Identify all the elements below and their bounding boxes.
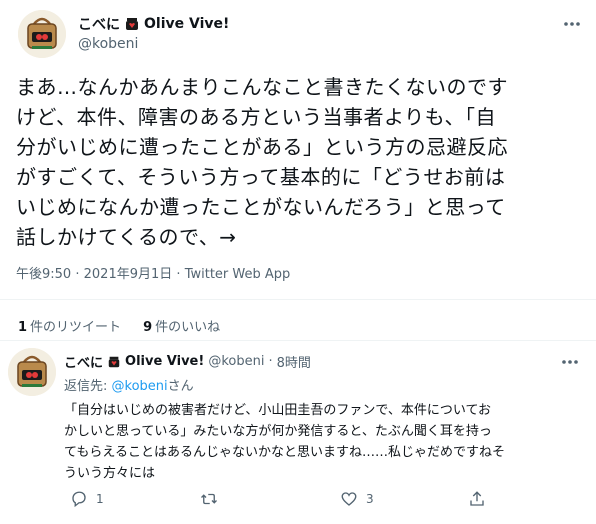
likes-label: 件のいいね: [155, 320, 221, 335]
retweet-button[interactable]: [200, 490, 226, 508]
like-count: 3: [366, 492, 374, 506]
author-name-row[interactable]: こべに Olive Vive!: [78, 14, 229, 34]
reply-avatar[interactable]: [8, 348, 56, 396]
reply-to-handle[interactable]: @kobeni: [112, 379, 168, 394]
share-icon: [470, 491, 484, 506]
tweet-text-line: けど、本件、障害のある方という当事者よりも、「自: [16, 105, 496, 129]
likes-count: 9: [143, 320, 153, 335]
tweet-text-line: 話しかけてくるので、→: [16, 225, 237, 249]
reply-icon: [72, 491, 86, 508]
engagement-stats: 1 件のリツイート 9 件のいいね: [18, 316, 220, 335]
more-icon[interactable]: [560, 352, 580, 372]
share-button[interactable]: [468, 490, 486, 508]
reply-text-line: ういう方々には: [64, 466, 156, 481]
tweet-text-line: 分がいじめに遭ったことがある」という方の忌避反応: [16, 135, 508, 159]
reply-author-suffix[interactable]: Olive Vive!: [125, 354, 204, 369]
tweet-time[interactable]: 午後9:50: [16, 267, 71, 282]
tweet-text: まあ…なんかあんまりこんなこと書きたくないのです けど、本件、障害のある方という…: [16, 72, 584, 252]
reply-count: 1: [96, 492, 104, 506]
reply-author-name[interactable]: こべに: [64, 352, 103, 371]
tweet-source[interactable]: Twitter Web App: [185, 267, 291, 282]
reply-text-line: 「自分はいじめの被害者だけど、小山田圭吾のファンで、本件についてお: [64, 403, 492, 418]
like-icon: [341, 492, 357, 506]
reply-text-line: てもらえることはあるんじゃないかなと思いますね……私じゃだめですねそ: [64, 445, 505, 460]
reply-text-line: かしいと思っている」みたいな方が何か発信すると、たぶん聞く耳を持っ: [64, 424, 492, 439]
reply-actions: 1 3: [64, 490, 524, 514]
retweet-icon: [201, 493, 217, 505]
reply-header: こべに Olive Vive! @kobeni · 8時間: [64, 352, 311, 371]
tweet-text-line: まあ…なんかあんまりこんなこと書きたくないのです: [16, 75, 508, 99]
avatar-bag-icon: [8, 348, 56, 396]
author-suffix[interactable]: Olive Vive!: [144, 16, 229, 32]
reply-separator: ·: [268, 354, 273, 369]
broken-heart-icon: [126, 18, 138, 30]
avatar[interactable]: [18, 10, 66, 58]
divider: [0, 299, 596, 300]
meta-separator: ·: [176, 267, 181, 282]
reply-button[interactable]: 1: [70, 490, 104, 508]
reply-time[interactable]: 8時間: [277, 352, 311, 371]
tweet-date[interactable]: 2021年9月1日: [84, 267, 173, 282]
reply-to-prefix: 返信先:: [64, 379, 112, 394]
reply-author-handle[interactable]: @kobeni: [208, 354, 264, 369]
retweets-label: 件のリツイート: [30, 320, 122, 335]
retweets-count: 1: [18, 320, 28, 335]
author-handle[interactable]: @kobeni: [78, 36, 138, 52]
retweets-stat[interactable]: 1 件のリツイート: [18, 316, 121, 335]
reply-to-suffix: さん: [167, 379, 194, 394]
more-icon[interactable]: [562, 14, 582, 34]
divider: [0, 340, 596, 341]
broken-heart-icon: [108, 356, 120, 367]
reply-to-line: 返信先: @kobeniさん: [64, 375, 194, 394]
avatar-bag-icon: [18, 10, 66, 58]
tweet-text-line: がすごくて、そういう方って基本的に「どうせお前は: [16, 165, 506, 189]
author-name[interactable]: こべに: [78, 14, 120, 34]
like-button[interactable]: 3: [340, 490, 374, 508]
reply-text: 「自分はいじめの被害者だけど、小山田圭吾のファンで、本件についてお かしいと思っ…: [64, 400, 584, 484]
tweet-text-line: いじめになんか遭ったことがないんだろう」と思って: [16, 195, 506, 219]
likes-stat[interactable]: 9 件のいいね: [143, 316, 220, 335]
meta-separator: ·: [75, 267, 80, 282]
tweet-meta: 午後9:50 · 2021年9月1日 · Twitter Web App: [16, 263, 290, 282]
